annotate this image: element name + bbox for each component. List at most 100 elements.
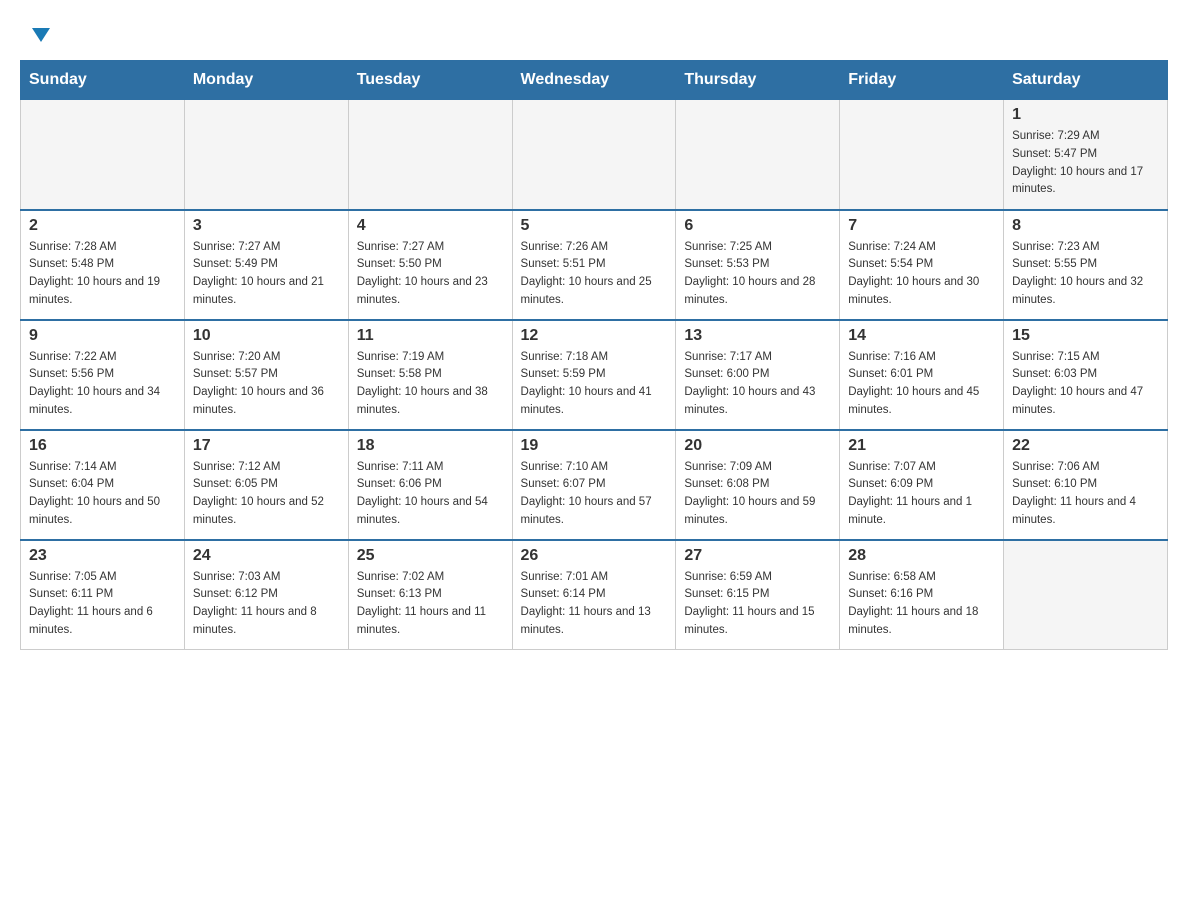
day-info: Sunrise: 7:28 AMSunset: 5:48 PMDaylight:… (29, 239, 176, 310)
weekday-header-friday: Friday (840, 61, 1004, 100)
day-info: Sunrise: 7:20 AMSunset: 5:57 PMDaylight:… (193, 349, 340, 420)
day-info: Sunrise: 7:26 AMSunset: 5:51 PMDaylight:… (521, 239, 668, 310)
day-number: 20 (684, 437, 831, 455)
calendar-cell: 5Sunrise: 7:26 AMSunset: 5:51 PMDaylight… (512, 210, 676, 320)
day-number: 27 (684, 547, 831, 565)
logo-triangle-icon (32, 28, 50, 42)
weekday-header-monday: Monday (184, 61, 348, 100)
calendar-cell: 17Sunrise: 7:12 AMSunset: 6:05 PMDayligh… (184, 430, 348, 540)
day-info: Sunrise: 7:06 AMSunset: 6:10 PMDaylight:… (1012, 459, 1159, 530)
day-info: Sunrise: 7:15 AMSunset: 6:03 PMDaylight:… (1012, 349, 1159, 420)
day-info: Sunrise: 7:05 AMSunset: 6:11 PMDaylight:… (29, 569, 176, 640)
day-info: Sunrise: 7:29 AMSunset: 5:47 PMDaylight:… (1012, 128, 1159, 199)
day-info: Sunrise: 7:27 AMSunset: 5:49 PMDaylight:… (193, 239, 340, 310)
day-info: Sunrise: 7:23 AMSunset: 5:55 PMDaylight:… (1012, 239, 1159, 310)
calendar-cell: 15 Sunrise: 7:15 AMSunset: 6:03 PMDayligh… (1004, 320, 1168, 430)
day-number: 23 (29, 547, 176, 565)
weekday-header-saturday: Saturday (1004, 61, 1168, 100)
day-number: 15 (1012, 327, 1159, 345)
calendar-week-row: 1 Sunrise: 7:29 AMSunset: 5:47 PMDaylight… (21, 100, 1168, 210)
calendar-cell: 25Sunrise: 7:02 AMSunset: 6:13 PMDayligh… (348, 540, 512, 650)
calendar-cell (512, 100, 676, 210)
day-info: Sunrise: 7:07 AMSunset: 6:09 PMDaylight:… (848, 459, 995, 530)
calendar-cell: 27 Sunrise: 6:59 AMSunset: 6:15 PMDayligh… (676, 540, 840, 650)
weekday-header-tuesday: Tuesday (348, 61, 512, 100)
day-info: Sunrise: 7:10 AMSunset: 6:07 PMDaylight:… (521, 459, 668, 530)
calendar-cell: 20 Sunrise: 7:09 AMSunset: 6:08 PMDayligh… (676, 430, 840, 540)
day-info: Sunrise: 7:12 AMSunset: 6:05 PMDaylight:… (193, 459, 340, 530)
day-number: 1 (1012, 106, 1159, 124)
day-info: Sunrise: 7:24 AMSunset: 5:54 PMDaylight:… (848, 239, 995, 310)
day-info: Sunrise: 6:59 AMSunset: 6:15 PMDaylight:… (684, 569, 831, 640)
calendar-cell: 2 Sunrise: 7:28 AMSunset: 5:48 PMDaylight… (21, 210, 185, 320)
calendar-cell: 12 Sunrise: 7:18 AMSunset: 5:59 PMDayligh… (512, 320, 676, 430)
calendar-cell: 4 Sunrise: 7:27 AMSunset: 5:50 PMDaylight… (348, 210, 512, 320)
day-info: Sunrise: 7:03 AMSunset: 6:12 PMDaylight:… (193, 569, 340, 640)
day-number: 24 (193, 547, 340, 565)
calendar-week-row: 9 Sunrise: 7:22 AMSunset: 5:56 PMDaylight… (21, 320, 1168, 430)
page-header (20, 20, 1168, 44)
day-number: 8 (1012, 217, 1159, 235)
weekday-header-wednesday: Wednesday (512, 61, 676, 100)
day-number: 16 (29, 437, 176, 455)
day-info: Sunrise: 7:19 AMSunset: 5:58 PMDaylight:… (357, 349, 504, 420)
weekday-header-row: SundayMondayTuesdayWednesdayThursdayFrid… (21, 61, 1168, 100)
day-number: 9 (29, 327, 176, 345)
calendar-cell: 22Sunrise: 7:06 AMSunset: 6:10 PMDayligh… (1004, 430, 1168, 540)
day-info: Sunrise: 7:09 AMSunset: 6:08 PMDaylight:… (684, 459, 831, 530)
day-number: 25 (357, 547, 504, 565)
day-number: 12 (521, 327, 668, 345)
calendar-cell: 18Sunrise: 7:11 AMSunset: 6:06 PMDayligh… (348, 430, 512, 540)
calendar-cell (1004, 540, 1168, 650)
calendar-table: SundayMondayTuesdayWednesdayThursdayFrid… (20, 60, 1168, 650)
calendar-cell: 9 Sunrise: 7:22 AMSunset: 5:56 PMDaylight… (21, 320, 185, 430)
calendar-cell (184, 100, 348, 210)
day-number: 4 (357, 217, 504, 235)
day-number: 7 (848, 217, 995, 235)
weekday-header-thursday: Thursday (676, 61, 840, 100)
day-number: 19 (521, 437, 668, 455)
calendar-cell: 26 Sunrise: 7:01 AMSunset: 6:14 PMDayligh… (512, 540, 676, 650)
calendar-cell: 14 Sunrise: 7:16 AMSunset: 6:01 PMDayligh… (840, 320, 1004, 430)
calendar-cell: 10 Sunrise: 7:20 AMSunset: 5:57 PMDayligh… (184, 320, 348, 430)
calendar-cell: 23 Sunrise: 7:05 AMSunset: 6:11 PMDayligh… (21, 540, 185, 650)
calendar-cell: 28 Sunrise: 6:58 AMSunset: 6:16 PMDayligh… (840, 540, 1004, 650)
day-info: Sunrise: 6:58 AMSunset: 6:16 PMDaylight:… (848, 569, 995, 640)
day-number: 26 (521, 547, 668, 565)
day-number: 14 (848, 327, 995, 345)
calendar-cell: 1 Sunrise: 7:29 AMSunset: 5:47 PMDaylight… (1004, 100, 1168, 210)
calendar-week-row: 16 Sunrise: 7:14 AMSunset: 6:04 PMDayligh… (21, 430, 1168, 540)
day-number: 10 (193, 327, 340, 345)
calendar-week-row: 2 Sunrise: 7:28 AMSunset: 5:48 PMDaylight… (21, 210, 1168, 320)
calendar-cell: 3 Sunrise: 7:27 AMSunset: 5:49 PMDaylight… (184, 210, 348, 320)
day-info: Sunrise: 7:18 AMSunset: 5:59 PMDaylight:… (521, 349, 668, 420)
calendar-cell (348, 100, 512, 210)
calendar-cell: 21 Sunrise: 7:07 AMSunset: 6:09 PMDayligh… (840, 430, 1004, 540)
day-number: 28 (848, 547, 995, 565)
day-number: 6 (684, 217, 831, 235)
calendar-cell: 7 Sunrise: 7:24 AMSunset: 5:54 PMDaylight… (840, 210, 1004, 320)
day-info: Sunrise: 7:27 AMSunset: 5:50 PMDaylight:… (357, 239, 504, 310)
day-info: Sunrise: 7:22 AMSunset: 5:56 PMDaylight:… (29, 349, 176, 420)
day-number: 3 (193, 217, 340, 235)
calendar-cell (21, 100, 185, 210)
calendar-cell (676, 100, 840, 210)
calendar-cell: 11 Sunrise: 7:19 AMSunset: 5:58 PMDayligh… (348, 320, 512, 430)
day-number: 11 (357, 327, 504, 345)
calendar-cell: 6Sunrise: 7:25 AMSunset: 5:53 PMDaylight… (676, 210, 840, 320)
calendar-cell: 16 Sunrise: 7:14 AMSunset: 6:04 PMDayligh… (21, 430, 185, 540)
day-number: 13 (684, 327, 831, 345)
calendar-cell: 8 Sunrise: 7:23 AMSunset: 5:55 PMDaylight… (1004, 210, 1168, 320)
day-info: Sunrise: 7:14 AMSunset: 6:04 PMDaylight:… (29, 459, 176, 530)
day-info: Sunrise: 7:17 AMSunset: 6:00 PMDaylight:… (684, 349, 831, 420)
calendar-cell: 24 Sunrise: 7:03 AMSunset: 6:12 PMDayligh… (184, 540, 348, 650)
weekday-header-sunday: Sunday (21, 61, 185, 100)
logo (30, 30, 50, 44)
day-info: Sunrise: 7:01 AMSunset: 6:14 PMDaylight:… (521, 569, 668, 640)
calendar-cell: 13 Sunrise: 7:17 AMSunset: 6:00 PMDayligh… (676, 320, 840, 430)
day-info: Sunrise: 7:16 AMSunset: 6:01 PMDaylight:… (848, 349, 995, 420)
calendar-cell (840, 100, 1004, 210)
calendar-cell: 19 Sunrise: 7:10 AMSunset: 6:07 PMDayligh… (512, 430, 676, 540)
day-number: 21 (848, 437, 995, 455)
day-number: 2 (29, 217, 176, 235)
